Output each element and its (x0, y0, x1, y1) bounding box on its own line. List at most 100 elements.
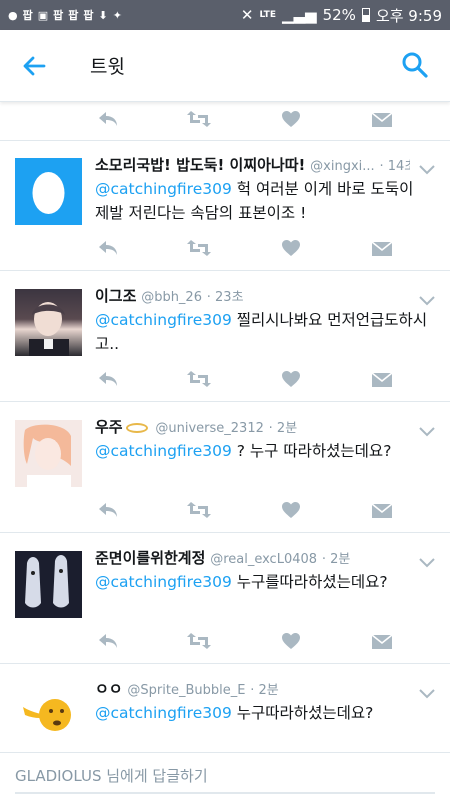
notification-icon: 팝 (22, 9, 33, 22)
chevron-down-icon[interactable] (418, 685, 436, 699)
separator-dot: · (268, 421, 277, 436)
battery-icon (361, 8, 370, 22)
avatar[interactable] (15, 681, 82, 748)
retweet-icon[interactable] (186, 630, 212, 652)
dm-icon[interactable] (369, 237, 395, 259)
retweet-icon[interactable] (186, 237, 212, 259)
avatar[interactable] (15, 289, 82, 356)
back-arrow-icon[interactable] (18, 50, 50, 82)
display-name[interactable]: 우주 (95, 418, 123, 436)
profile-photo (23, 424, 71, 487)
tweet-actions (95, 107, 395, 131)
user-handle[interactable]: @xingxi... (310, 159, 375, 174)
reply-composer[interactable]: GLADIOLUS 님에게 답글하기 (0, 752, 450, 800)
display-name[interactable]: ㅇㅇ (95, 680, 123, 698)
user-handle[interactable]: @Sprite_Bubble_E (127, 683, 245, 698)
dm-icon[interactable] (369, 499, 395, 521)
like-icon[interactable] (278, 108, 304, 130)
divider (0, 663, 450, 664)
tweet-text: @catchingfire309 누구따라하셨는데요? (95, 701, 430, 725)
app-header: 트윗 (0, 30, 450, 102)
tweet-actions (95, 367, 395, 391)
tweet-time: 14초 (387, 159, 410, 174)
notification-icon: 팝 (83, 9, 94, 22)
input-underline (15, 792, 435, 794)
mention-link[interactable]: @catchingfire309 (95, 180, 232, 198)
mention-link[interactable]: @catchingfire309 (95, 311, 232, 329)
dm-icon[interactable] (369, 368, 395, 390)
twitter-bird-icon: ✦ (112, 8, 122, 22)
tweet-time: 2분 (258, 683, 279, 698)
halo-emoji-icon (125, 422, 148, 433)
reply-icon[interactable] (95, 237, 121, 259)
retweet-icon[interactable] (186, 108, 212, 130)
emoji-face-icon (23, 699, 71, 731)
tweet-header: 이그조 @bbh_26 · 23초 (95, 286, 410, 308)
tweet-body: 누구따라하셨는데요? (231, 704, 374, 722)
chevron-down-icon[interactable] (418, 292, 436, 306)
tweet-header: 소모리국밥! 밥도둑! 이찌아나따! @xingxi... · 14초 (95, 155, 410, 177)
tweet-header: ㅇㅇ @Sprite_Bubble_E · 2분 (95, 679, 410, 701)
like-icon[interactable] (278, 630, 304, 652)
divider (0, 270, 450, 271)
download-icon: ⬇ (98, 8, 108, 22)
reply-icon[interactable] (95, 108, 121, 130)
divider (0, 401, 450, 402)
separator-dot: · (206, 290, 216, 305)
tweet-actions (95, 629, 395, 653)
avatar[interactable] (15, 158, 82, 225)
tweet-text: @catchingfire309 누구를따라하셨는데요? (95, 570, 430, 594)
display-name[interactable]: 소모리국밥! 밥도둑! 이찌아나따! (95, 156, 305, 174)
tweet-text: @catchingfire309 ? 누구 따라하셨는데요? (95, 439, 430, 463)
separator-dot: · (321, 552, 331, 567)
like-icon[interactable] (278, 499, 304, 521)
display-name[interactable]: 이그조 (95, 287, 136, 305)
network-label: LTE (259, 10, 276, 20)
clock: 오후 9:59 (375, 6, 442, 25)
reply-icon[interactable] (95, 368, 121, 390)
tweet-body: 누구를따라하셨는데요? (231, 573, 388, 591)
egg-avatar-icon (32, 172, 65, 214)
status-right: ✕ LTE ▁▃▅ 52% 오후 9:59 (241, 5, 442, 26)
display-name[interactable]: 준면이를위한계정 (95, 549, 205, 567)
divider (0, 532, 450, 533)
tweet-item[interactable]: ㅇㅇ @Sprite_Bubble_E · 2분 @catchingfire30… (0, 679, 450, 749)
mention-link[interactable]: @catchingfire309 (95, 442, 232, 460)
chevron-down-icon[interactable] (418, 423, 436, 437)
mention-link[interactable]: @catchingfire309 (95, 573, 232, 591)
battery-percent: 52% (322, 6, 356, 24)
avatar[interactable] (15, 551, 82, 618)
tweet-time: 2분 (276, 421, 298, 436)
notification-icon: ● (8, 8, 18, 22)
tweet-text: @catchingfire309 찔리시나봐요 먼저언급도하시고.. (95, 308, 430, 356)
page-title: 트윗 (90, 56, 125, 78)
status-bar: ● 팝 ▣ 팝 팝 팝 ⬇ ✦ ✕ LTE ▁▃▅ 52% 오후 9:59 (0, 0, 450, 30)
chevron-down-icon[interactable] (418, 554, 436, 568)
like-icon[interactable] (278, 237, 304, 259)
like-icon[interactable] (278, 368, 304, 390)
tweet-body: ? 누구 따라하셨는데요? (231, 442, 392, 460)
retweet-icon[interactable] (186, 499, 212, 521)
user-handle[interactable]: @bbh_26 (141, 290, 202, 305)
tweet-header: 우주 @universe_2312 · 2분 (95, 417, 410, 439)
profile-photo (25, 555, 69, 608)
user-handle[interactable]: @real_excL0408 (210, 552, 317, 567)
avatar[interactable] (15, 420, 82, 487)
notification-icon: 팝 (68, 9, 79, 22)
dm-icon[interactable] (369, 108, 395, 130)
mention-link[interactable]: @catchingfire309 (95, 704, 232, 722)
notification-icons: ● 팝 ▣ 팝 팝 팝 ⬇ ✦ (8, 7, 122, 23)
search-icon[interactable] (400, 50, 430, 80)
notification-icon: 팝 (53, 9, 64, 22)
chevron-down-icon[interactable] (418, 161, 436, 175)
dm-icon[interactable] (369, 630, 395, 652)
reply-icon[interactable] (95, 630, 121, 652)
mute-icon: ✕ (240, 6, 254, 24)
separator-dot: · (379, 159, 388, 174)
image-icon: ▣ (37, 8, 49, 22)
user-handle[interactable]: @universe_2312 (155, 421, 263, 436)
reply-input[interactable]: GLADIOLUS 님에게 답글하기 (15, 765, 208, 786)
reply-icon[interactable] (95, 499, 121, 521)
retweet-icon[interactable] (186, 368, 212, 390)
tweet-time: 2분 (330, 552, 351, 567)
